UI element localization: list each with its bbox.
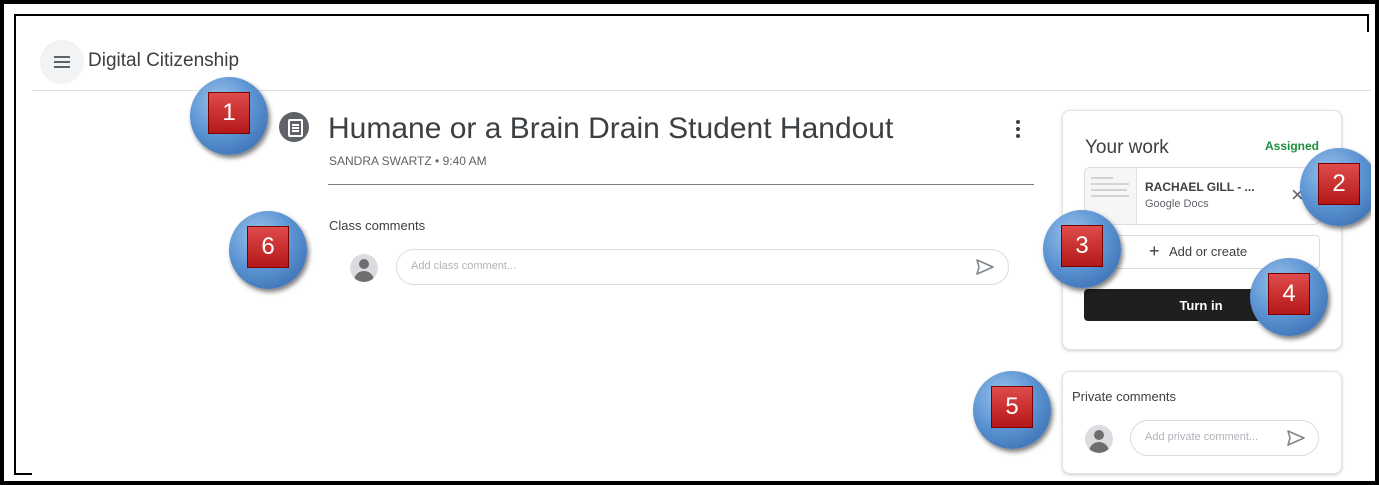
class-comments-label: Class comments <box>329 218 426 233</box>
marker-2: 2 <box>1300 148 1371 226</box>
user-avatar <box>350 254 378 282</box>
more-options-icon[interactable] <box>1012 118 1024 142</box>
class-comment-input[interactable]: Add class comment... <box>396 249 1009 285</box>
status-badge: Assigned <box>1264 139 1319 153</box>
send-icon[interactable] <box>1286 429 1306 447</box>
user-avatar <box>1085 425 1113 453</box>
course-title[interactable]: Digital Citizenship <box>88 50 239 72</box>
attachment-chip[interactable]: RACHAEL GILL - ... Google Docs × <box>1084 167 1320 225</box>
attachment-name: RACHAEL GILL - ... <box>1145 180 1255 194</box>
add-or-create-label: Add or create <box>1169 244 1248 259</box>
assignment-icon <box>279 112 309 142</box>
classroom-page: Digital Citizenship Humane or a Brain Dr… <box>32 32 1371 477</box>
post-time: 9:40 AM <box>442 154 487 168</box>
screenshot-border: Digital Citizenship Humane or a Brain Dr… <box>14 14 1371 477</box>
assignment-byline: SANDRA SWARTZ • 9:40 AM <box>329 154 487 168</box>
author-name: SANDRA SWARTZ <box>329 154 432 168</box>
private-comments-label: Private comments <box>1072 389 1177 404</box>
private-comment-placeholder: Add private comment... <box>1145 431 1259 443</box>
hamburger-menu-icon[interactable] <box>40 40 84 84</box>
send-icon[interactable] <box>975 258 995 276</box>
header-divider <box>328 184 1034 185</box>
marker-1: 1 <box>190 77 268 155</box>
marker-4: 4 <box>1250 258 1328 336</box>
your-work-title: Your work <box>1085 137 1169 158</box>
byline-separator: • <box>435 154 440 168</box>
plus-icon: + <box>1149 241 1160 261</box>
screenshot-frame: Digital Citizenship Humane or a Brain Dr… <box>4 4 1375 481</box>
marker-3: 3 <box>1043 210 1121 288</box>
assignment-title: Humane or a Brain Drain Student Handout <box>328 112 894 145</box>
class-comment-placeholder: Add class comment... <box>411 260 517 272</box>
private-comment-input[interactable]: Add private comment... <box>1130 420 1319 456</box>
attachment-type: Google Docs <box>1145 198 1209 210</box>
marker-5: 5 <box>973 371 1051 449</box>
private-comments-card: Private comments Add private comment... <box>1062 371 1342 474</box>
marker-6: 6 <box>229 211 307 289</box>
